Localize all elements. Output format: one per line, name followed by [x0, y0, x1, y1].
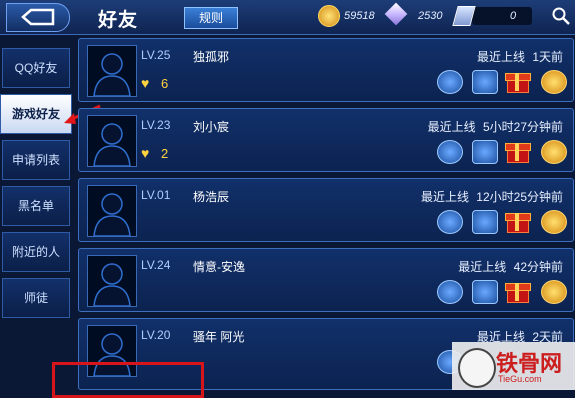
profile-button[interactable] [437, 70, 463, 94]
last-online-time: 42分钟前 [513, 260, 563, 274]
watermark-subtext: TieGu.com [498, 374, 542, 384]
heart-count: 6 [161, 76, 169, 91]
search-icon[interactable] [551, 6, 571, 26]
profile-button[interactable] [437, 210, 463, 234]
rules-button[interactable]: 规则 [184, 7, 238, 29]
tab-blacklist[interactable]: 黑名单 [2, 186, 70, 226]
last-online-label: 最近上线 [427, 120, 476, 134]
avatar[interactable] [87, 185, 137, 237]
heart-icon: ♥ [141, 75, 150, 91]
friend-row[interactable]: LV.24 情意-安逸 最近上线 42分钟前 [78, 248, 574, 312]
friend-name: 独孤邪 [193, 50, 230, 64]
top-bar: 好友 规则 59518 2530 0 [0, 0, 575, 35]
avatar[interactable] [87, 255, 137, 307]
page-title: 好友 [98, 10, 139, 31]
silhouette-icon [93, 193, 131, 236]
send-coin-button[interactable] [541, 280, 567, 304]
chat-button[interactable] [472, 70, 498, 94]
last-online-label: 最近上线 [476, 50, 525, 64]
send-coin-button[interactable] [541, 210, 567, 234]
ticket-bar [472, 7, 532, 25]
gift-icon[interactable] [505, 209, 531, 233]
heart-icon: ♥ [141, 145, 150, 161]
coin-count: 59518 [344, 10, 375, 22]
friend-row[interactable]: LV.23 刘小宸 ♥ 2 最近上线 5小时27分钟前 [78, 108, 574, 172]
back-button[interactable] [6, 3, 70, 32]
profile-button[interactable] [437, 140, 463, 164]
friend-level: LV.01 [141, 188, 171, 202]
silhouette-icon [93, 263, 131, 306]
silhouette-icon [93, 123, 131, 166]
last-online-time: 1天前 [532, 50, 563, 64]
last-online: 最近上线 5小时27分钟前 [424, 118, 563, 135]
gift-icon[interactable] [505, 69, 531, 93]
last-online-label: 最近上线 [420, 190, 469, 204]
silhouette-icon [93, 53, 131, 96]
chat-button[interactable] [472, 280, 498, 304]
ticket-count: 0 [510, 10, 517, 22]
last-online-label: 最近上线 [458, 260, 507, 274]
friend-name: 情意-安逸 [193, 260, 245, 274]
last-online-time: 12小时25分钟前 [476, 190, 563, 204]
watermark: 铁骨网 TieGu.com [452, 342, 575, 390]
gift-icon[interactable] [505, 139, 531, 163]
friend-row[interactable]: LV.25 独孤邪 ♥ 6 最近上线 1天前 [78, 38, 574, 102]
back-icon [21, 8, 55, 26]
tab-mentor[interactable]: 师徒 [2, 278, 70, 318]
friend-name: 骚年 阿光 [193, 330, 245, 344]
highlight-box [52, 362, 204, 398]
profile-button[interactable] [437, 280, 463, 304]
friend-level: LV.25 [141, 48, 171, 62]
send-coin-button[interactable] [541, 140, 567, 164]
friend-name: 杨浩辰 [193, 190, 230, 204]
chat-button[interactable] [472, 140, 498, 164]
chat-button[interactable] [472, 210, 498, 234]
tab-nearby[interactable]: 附近的人 [2, 232, 70, 272]
tab-qq-friends[interactable]: QQ好友 [2, 48, 70, 88]
tab-requests[interactable]: 申请列表 [2, 140, 70, 180]
watermark-logo-icon [458, 348, 496, 388]
friend-row[interactable]: LV.01 杨浩辰 最近上线 12小时25分钟前 [78, 178, 574, 242]
friend-level: LV.23 [141, 118, 171, 132]
friend-level: LV.20 [141, 328, 171, 342]
friend-name: 刘小宸 [193, 120, 230, 134]
gold-coin-icon [318, 5, 340, 27]
diamond-count: 2530 [418, 10, 443, 22]
gift-icon[interactable] [505, 279, 531, 303]
avatar[interactable] [87, 115, 137, 167]
diamond-icon [384, 2, 408, 26]
last-online: 最近上线 1天前 [473, 48, 563, 65]
last-online-time: 5小时27分钟前 [482, 120, 563, 134]
last-online: 最近上线 42分钟前 [454, 258, 563, 275]
send-coin-button[interactable] [541, 70, 567, 94]
last-online: 最近上线 12小时25分钟前 [417, 188, 563, 205]
avatar[interactable] [87, 45, 137, 97]
friend-level: LV.24 [141, 258, 171, 272]
heart-count: 2 [161, 146, 169, 161]
